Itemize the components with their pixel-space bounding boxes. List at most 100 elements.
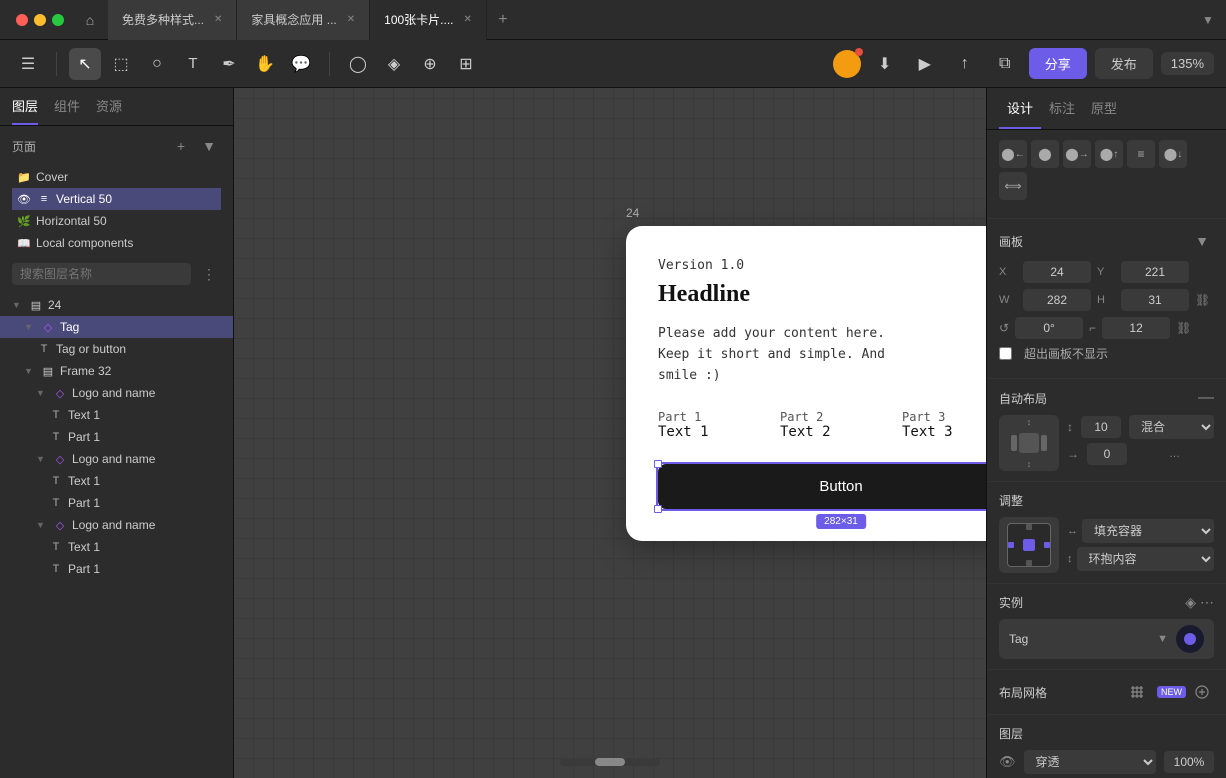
ellipse-tool-button[interactable]: ◯ — [342, 48, 374, 80]
opacity-input[interactable] — [1164, 751, 1214, 773]
corner-input[interactable] — [1102, 317, 1170, 339]
shape-tool-button[interactable]: ○ — [141, 48, 173, 80]
tab-3[interactable]: 100张卡片.... ✕ — [370, 0, 487, 40]
instance-link-icon[interactable]: ◈ — [1185, 594, 1196, 611]
zoom-level[interactable]: 135% — [1161, 52, 1214, 75]
autolayout-padding-input[interactable] — [1087, 443, 1127, 465]
fill-center-handle[interactable] — [1023, 539, 1035, 551]
layer-item-logo3[interactable]: ▼ ◇ Logo and name — [0, 514, 233, 536]
add-tab-button[interactable]: + — [487, 11, 519, 29]
rotation-input[interactable] — [1015, 317, 1083, 339]
pages-label: 页面 — [12, 138, 36, 155]
layer-item-tag[interactable]: ▼ ◇ Tag — [0, 316, 233, 338]
layer-item-part1-b[interactable]: T Part 1 — [0, 492, 233, 514]
avatar-button[interactable] — [833, 50, 861, 78]
tab-1[interactable]: 免费多种样式... ✕ — [108, 0, 237, 40]
corner-link-icon[interactable]: ⛓ — [1176, 321, 1191, 335]
asset-tool-button[interactable]: ⊕ — [414, 48, 446, 80]
hand-tool-button[interactable]: ✋ — [249, 48, 281, 80]
layout-icon[interactable]: ⧉ — [989, 48, 1021, 80]
cursor-tool-button[interactable]: ↖ — [69, 48, 101, 80]
pen-tool-button[interactable]: ✒ — [213, 48, 245, 80]
align-right-button[interactable]: ⬤→ — [1063, 140, 1091, 168]
page-vertical-50[interactable]: 👁 ≡ Vertical 50 — [12, 188, 221, 210]
autolayout-gap-input[interactable] — [1081, 416, 1121, 438]
page-horizontal-50[interactable]: 🌿 Horizontal 50 — [12, 210, 221, 232]
h-input[interactable] — [1121, 289, 1189, 311]
tab-prototype[interactable]: 原型 — [1083, 88, 1125, 129]
add-page-button[interactable]: + — [169, 134, 193, 158]
tab-layers[interactable]: 图层 — [12, 96, 38, 125]
autolayout-preview-box: ↕ ↕ — [999, 415, 1059, 471]
blend-mode-select[interactable]: 穿透 — [1024, 750, 1156, 774]
page-local-components[interactable]: 📖 Local components — [12, 232, 221, 254]
grid-new-icon[interactable] — [1125, 680, 1149, 704]
fill-width-select[interactable]: 填充容器 固定 — [1082, 519, 1214, 543]
tab-2-close[interactable]: ✕ — [347, 14, 355, 25]
toolbar-separator-1 — [56, 52, 57, 76]
distribute-h-button[interactable]: ⟺ — [999, 172, 1027, 200]
grid-tool-button[interactable]: ⊞ — [450, 48, 482, 80]
layer-item-text1-b[interactable]: T Text 1 — [0, 470, 233, 492]
layer-item-text1-c[interactable]: T Text 1 — [0, 536, 233, 558]
autolayout-remove-icon[interactable]: — — [1198, 389, 1214, 407]
layer-item-part1-c[interactable]: T Part 1 — [0, 558, 233, 580]
overflow-checkbox[interactable] — [999, 347, 1012, 360]
close-window-button[interactable] — [16, 14, 28, 26]
align-left-button[interactable]: ⬤← — [999, 140, 1027, 168]
layer-item-frame32[interactable]: ▼ ▤ Frame 32 — [0, 360, 233, 382]
align-bottom-button[interactable]: ⬤↓ — [1159, 140, 1187, 168]
home-icon[interactable]: ⌂ — [76, 6, 104, 34]
instance-chevron-icon: ▼ — [1157, 633, 1168, 645]
fill-height-select[interactable]: 环抱内容 固定 — [1077, 547, 1215, 571]
text-tool-button[interactable]: T — [177, 48, 209, 80]
pages-menu-icon[interactable]: ▼ — [197, 134, 221, 158]
align-top-button[interactable]: ⬤↑ — [1095, 140, 1123, 168]
tab-components[interactable]: 组件 — [54, 96, 80, 125]
align-middle-button[interactable]: ≡ — [1127, 140, 1155, 168]
tab-3-close[interactable]: ✕ — [464, 14, 472, 25]
download-icon[interactable]: ⬇ — [869, 48, 901, 80]
instance-select-row[interactable]: Tag ▼ — [999, 619, 1214, 659]
layer-item-part1-a[interactable]: T Part 1 — [0, 426, 233, 448]
w-input[interactable] — [1023, 289, 1091, 311]
maximize-window-button[interactable] — [52, 14, 64, 26]
browser-menu-icon[interactable]: ▼ — [1198, 13, 1218, 27]
publish-button[interactable]: 发布 — [1095, 48, 1153, 79]
frame-tool-button[interactable]: ⬚ — [105, 48, 137, 80]
tab-design[interactable]: 设计 — [999, 88, 1041, 129]
card-component[interactable]: Version 1.0 Headline Please add your con… — [626, 226, 986, 541]
tab-annotate[interactable]: 标注 — [1041, 88, 1083, 129]
tab-1-close[interactable]: ✕ — [214, 14, 222, 25]
layer-item-tag-button[interactable]: T Tag or button — [0, 338, 233, 360]
layer-item-logo2[interactable]: ▼ ◇ Logo and name — [0, 448, 233, 470]
filter-icon[interactable]: ⋮ — [197, 262, 221, 286]
layer-item-logo1[interactable]: ▼ ◇ Logo and name — [0, 382, 233, 404]
canvas-menu-icon[interactable]: ▼ — [1190, 229, 1214, 253]
autolayout-mode-select[interactable]: 混合 固定 自动 — [1129, 415, 1214, 439]
canvas-minimap[interactable] — [560, 758, 660, 766]
grid-add-icon[interactable] — [1190, 680, 1214, 704]
instance-more-icon[interactable]: ⋯ — [1200, 594, 1214, 611]
eye-icon[interactable]: 👁 — [999, 754, 1016, 770]
tab-2[interactable]: 家具概念应用 ... ✕ — [237, 0, 370, 40]
layer-item-24[interactable]: ▼ ▤ 24 — [0, 294, 233, 316]
play-icon[interactable]: ▶ — [909, 48, 941, 80]
comment-tool-button[interactable]: 💬 — [285, 48, 317, 80]
link-icon[interactable]: ⛓ — [1195, 293, 1210, 307]
share-button[interactable]: 分享 — [1029, 48, 1087, 79]
align-center-h-button[interactable]: ⬤ — [1031, 140, 1059, 168]
canvas-area[interactable]: 24 Version 1.0 Headline Please add your … — [234, 88, 986, 778]
x-input[interactable] — [1023, 261, 1091, 283]
size-badge: 282×31 — [816, 514, 866, 529]
layer-item-text1-a[interactable]: T Text 1 — [0, 404, 233, 426]
page-cover[interactable]: 📁 Cover — [12, 166, 221, 188]
minimize-window-button[interactable] — [34, 14, 46, 26]
y-input[interactable] — [1121, 261, 1189, 283]
layer-search-input[interactable] — [12, 263, 191, 285]
share-alt-icon[interactable]: ↑ — [949, 48, 981, 80]
tab-assets[interactable]: 资源 — [96, 96, 122, 125]
menu-button[interactable]: ☰ — [12, 48, 44, 80]
component-tool-button[interactable]: ◈ — [378, 48, 410, 80]
card-button[interactable]: Button — [658, 464, 986, 509]
